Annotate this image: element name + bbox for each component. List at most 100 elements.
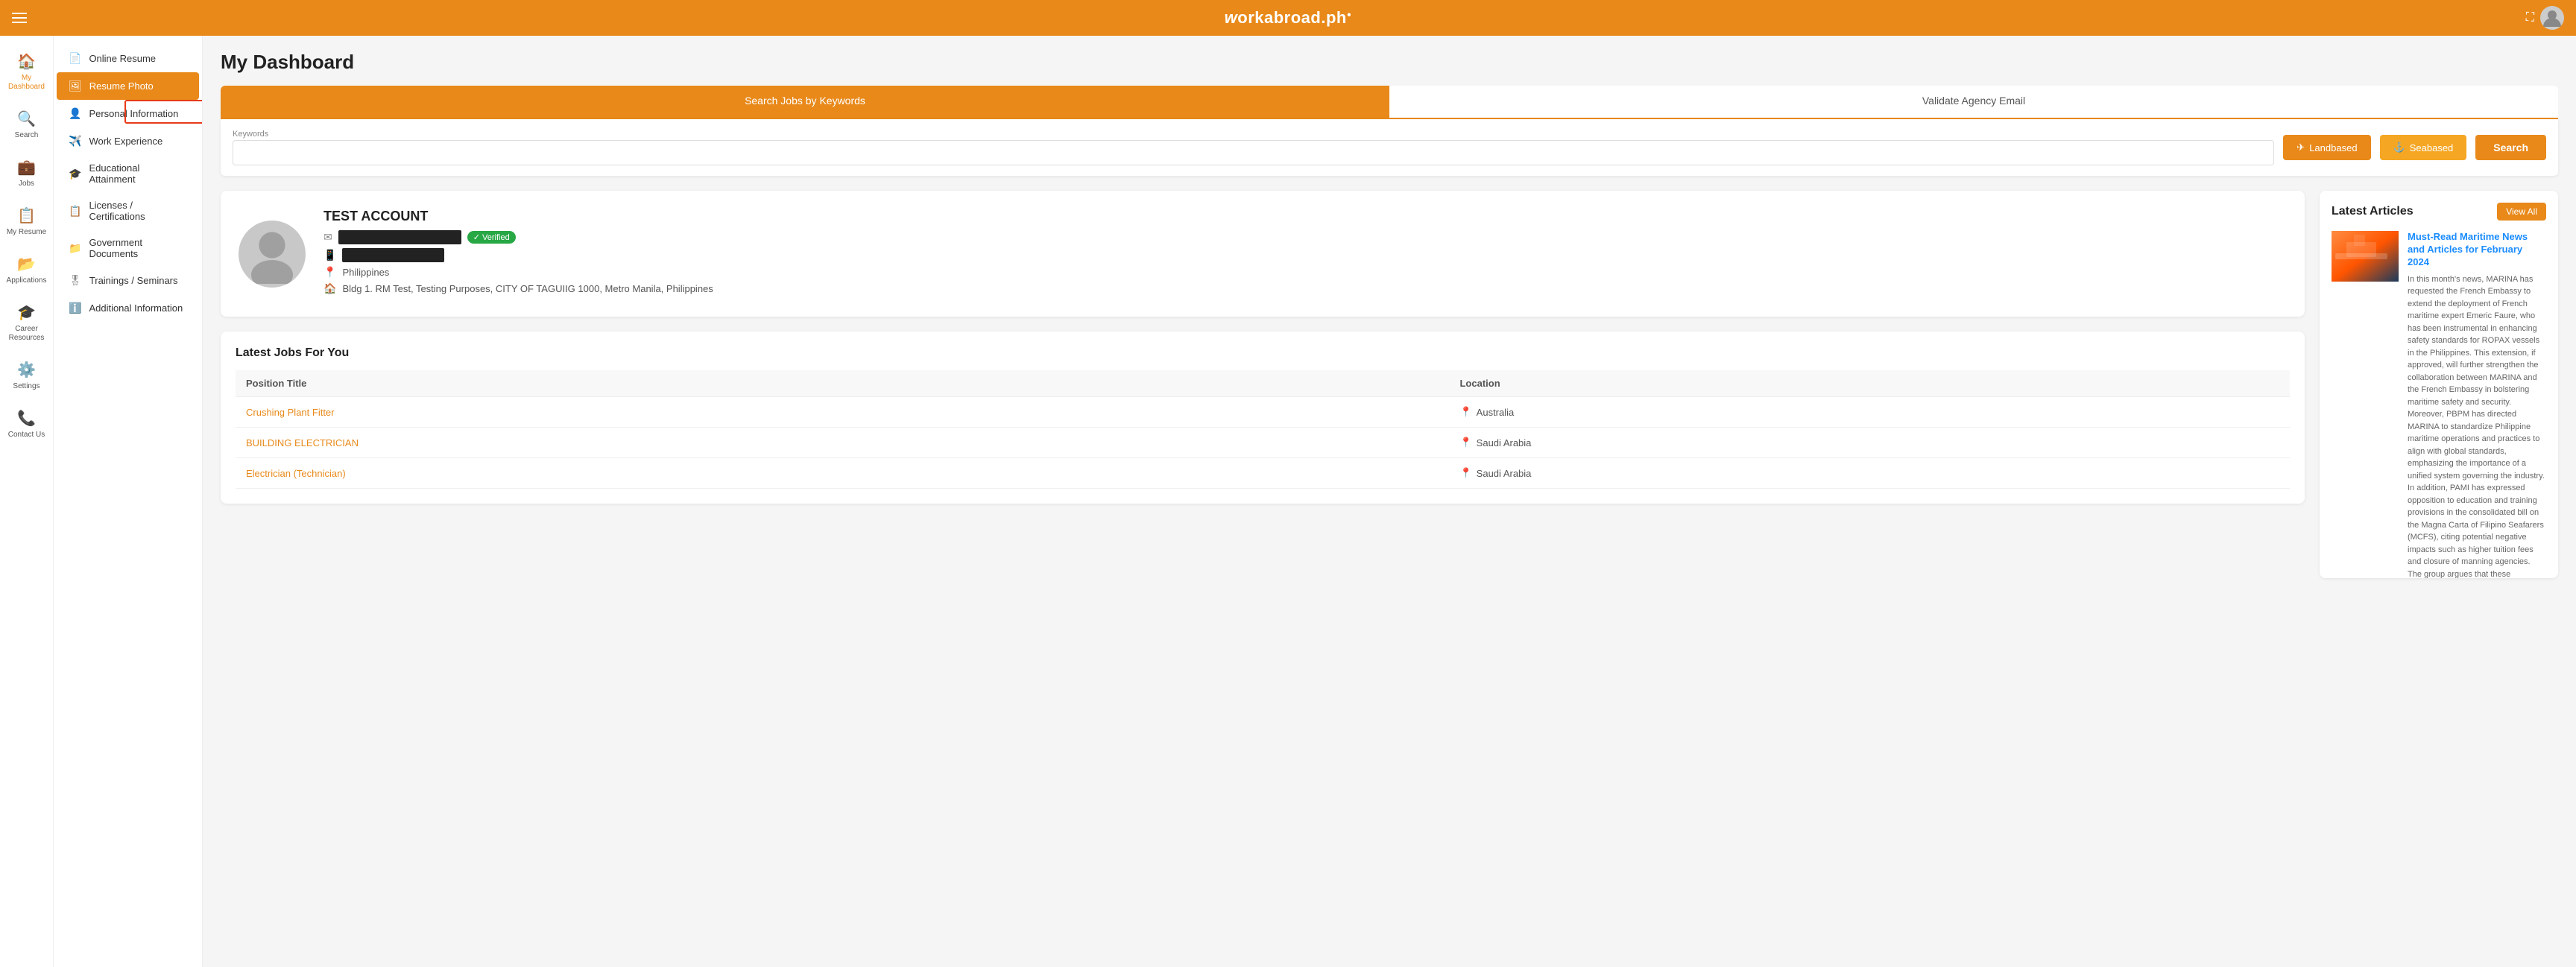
- email-hidden: [338, 230, 461, 244]
- left-sidebar: 🏠 My Dashboard 🔍 Search 💼 Jobs 📋 My Resu…: [0, 36, 54, 967]
- profile-avatar: [239, 221, 306, 288]
- home-icon: 🏠: [17, 52, 36, 71]
- sidebar-label-applications: Applications: [7, 276, 47, 285]
- main-layout: 🏠 My Dashboard 🔍 Search 💼 Jobs 📋 My Resu…: [0, 36, 2576, 967]
- table-row: BUILDING ELECTRICIAN 📍Saudi Arabia: [236, 428, 2290, 458]
- jobs-section: Latest Jobs For You Position Title Locat…: [221, 332, 2305, 504]
- info-icon: ℹ️: [69, 302, 81, 314]
- sub-label-licenses: Licenses / Certifications: [89, 200, 187, 222]
- sub-item-trainings[interactable]: 🎖 Trainings / Seminars: [57, 267, 199, 294]
- sub-sidebar: 📄 Online Resume 🖼 Resume Photo 👤 Persona…: [54, 36, 203, 967]
- profile-address-row: 🏠 Bldg 1. RM Test, Testing Purposes, CIT…: [323, 282, 2287, 295]
- view-all-button[interactable]: View All: [2497, 203, 2546, 221]
- job-link-1[interactable]: BUILDING ELECTRICIAN: [246, 437, 359, 448]
- location-cell-0: 📍Australia: [1459, 406, 2279, 418]
- sub-label-work-experience: Work Experience: [89, 136, 162, 147]
- search-bar: Keywords ✈ Landbased ⚓ Seabased Search: [221, 119, 2558, 176]
- ship-icon: ⚓: [2393, 142, 2405, 153]
- hamburger-menu[interactable]: [12, 13, 27, 23]
- graduation-icon: 🎓: [69, 168, 81, 180]
- sub-item-gov-docs[interactable]: 📁 Government Documents: [57, 229, 199, 267]
- verified-badge: ✓ Verified: [467, 231, 516, 244]
- photo-icon: 🖼: [69, 80, 82, 92]
- address-icon: 🏠: [323, 282, 336, 295]
- articles-sidebar: Latest Articles View All: [2320, 191, 2558, 578]
- sub-item-educational[interactable]: 🎓 Educational Attainment: [57, 155, 199, 192]
- sub-item-licenses[interactable]: 📋 Licenses / Certifications: [57, 192, 199, 229]
- sidebar-item-dashboard[interactable]: 🏠 My Dashboard: [0, 45, 53, 99]
- profile-country-row: 📍 Philippines: [323, 266, 2287, 279]
- article-image-0: [2332, 231, 2399, 282]
- resume-icon: 📋: [17, 206, 36, 225]
- cert-icon: 📋: [69, 205, 81, 218]
- phone-hidden: [342, 248, 443, 262]
- landbased-button[interactable]: ✈ Landbased: [2283, 135, 2370, 160]
- top-header: workabroad.ph● ⛶: [0, 0, 2576, 36]
- sidebar-label-my-resume: My Resume: [7, 228, 46, 237]
- sub-label-online-resume: Online Resume: [89, 53, 156, 64]
- jobs-table: Position Title Location Crushing Plant F…: [236, 370, 2290, 489]
- article-content-0: Must-Read Maritime News and Articles for…: [2408, 231, 2546, 578]
- profile-info: TEST ACCOUNT ✉ ✓ Verified 📱: [323, 209, 2287, 299]
- articles-title: Latest Articles: [2332, 205, 2414, 218]
- job-link-2[interactable]: Electrician (Technician): [246, 468, 346, 479]
- badge-icon: 🎖: [69, 274, 82, 287]
- sub-label-trainings: Trainings / Seminars: [89, 275, 178, 286]
- keywords-label: Keywords: [233, 130, 2274, 139]
- sub-item-online-resume[interactable]: 📄 Online Resume: [57, 45, 199, 72]
- expand-icon[interactable]: ⛶: [2526, 11, 2534, 25]
- left-column: TEST ACCOUNT ✉ ✓ Verified 📱: [221, 191, 2305, 504]
- sub-label-resume-photo: Resume Photo: [89, 80, 154, 92]
- sub-item-personal-info[interactable]: 👤 Personal Information: [57, 100, 199, 127]
- job-link-0[interactable]: Crushing Plant Fitter: [246, 407, 335, 418]
- sub-item-resume-photo[interactable]: 🖼 Resume Photo: [57, 72, 199, 100]
- doc-icon: 📄: [69, 52, 81, 65]
- keywords-input[interactable]: [233, 140, 2274, 165]
- person-icon: 👤: [69, 107, 81, 120]
- sidebar-item-contact[interactable]: 📞 Contact Us: [0, 402, 53, 447]
- sidebar-item-jobs[interactable]: 💼 Jobs: [0, 150, 53, 196]
- sidebar-item-career-resources[interactable]: 🎓 Career Resources: [0, 296, 53, 350]
- main-content: My Dashboard Search Jobs by Keywords Val…: [203, 36, 2576, 967]
- article-text-0: In this month's news, MARINA has request…: [2408, 273, 2546, 578]
- sidebar-label-settings: Settings: [13, 382, 40, 391]
- loc-icon-1: 📍: [1459, 437, 1471, 448]
- profile-name: TEST ACCOUNT: [323, 209, 2287, 224]
- sub-item-additional[interactable]: ℹ️ Additional Information: [57, 294, 199, 322]
- article-link-0[interactable]: Must-Read Maritime News and Articles for…: [2408, 231, 2546, 269]
- profile-country: Philippines: [342, 267, 389, 278]
- table-row: Crushing Plant Fitter 📍Australia: [236, 397, 2290, 428]
- contact-icon: 📞: [17, 409, 36, 428]
- tab-search-keywords[interactable]: Search Jobs by Keywords: [221, 86, 1389, 118]
- sub-label-additional: Additional Information: [89, 302, 183, 314]
- search-tabs: Search Jobs by Keywords Validate Agency …: [221, 86, 2558, 119]
- profile-articles-row: TEST ACCOUNT ✉ ✓ Verified 📱: [221, 191, 2558, 578]
- sidebar-item-my-resume[interactable]: 📋 My Resume: [0, 199, 53, 244]
- sidebar-item-settings[interactable]: ⚙️ Settings: [0, 353, 53, 399]
- search-button[interactable]: Search: [2475, 135, 2546, 160]
- sidebar-label-search: Search: [15, 131, 39, 140]
- folder-icon: 📁: [69, 242, 81, 255]
- jobs-title: Latest Jobs For You: [236, 346, 2290, 360]
- phone-icon: 📱: [323, 249, 336, 261]
- sidebar-label-career: Career Resources: [3, 325, 50, 343]
- page-title: My Dashboard: [221, 51, 2558, 74]
- settings-icon: ⚙️: [17, 361, 36, 379]
- sidebar-item-search[interactable]: 🔍 Search: [0, 102, 53, 148]
- sidebar-label-dashboard: My Dashboard: [3, 74, 50, 92]
- avatar[interactable]: [2540, 6, 2564, 30]
- site-logo: workabroad.ph●: [1225, 8, 1352, 28]
- profile-address: Bldg 1. RM Test, Testing Purposes, CITY …: [342, 283, 713, 294]
- loc-icon-0: 📍: [1459, 406, 1471, 418]
- seabased-button[interactable]: ⚓ Seabased: [2380, 135, 2467, 160]
- sub-item-work-experience[interactable]: ✈️ Work Experience: [57, 127, 199, 155]
- articles-header: Latest Articles View All: [2332, 203, 2546, 221]
- keywords-input-wrapper: Keywords: [233, 130, 2274, 165]
- career-icon: 🎓: [17, 303, 36, 322]
- sidebar-item-applications[interactable]: 📂 Applications: [0, 247, 53, 293]
- profile-card: TEST ACCOUNT ✉ ✓ Verified 📱: [221, 191, 2305, 317]
- tab-validate-email[interactable]: Validate Agency Email: [1389, 86, 2558, 118]
- col-location: Location: [1449, 370, 2290, 397]
- location-icon: 📍: [323, 266, 336, 279]
- profile-email-row: ✉ ✓ Verified: [323, 230, 2287, 244]
